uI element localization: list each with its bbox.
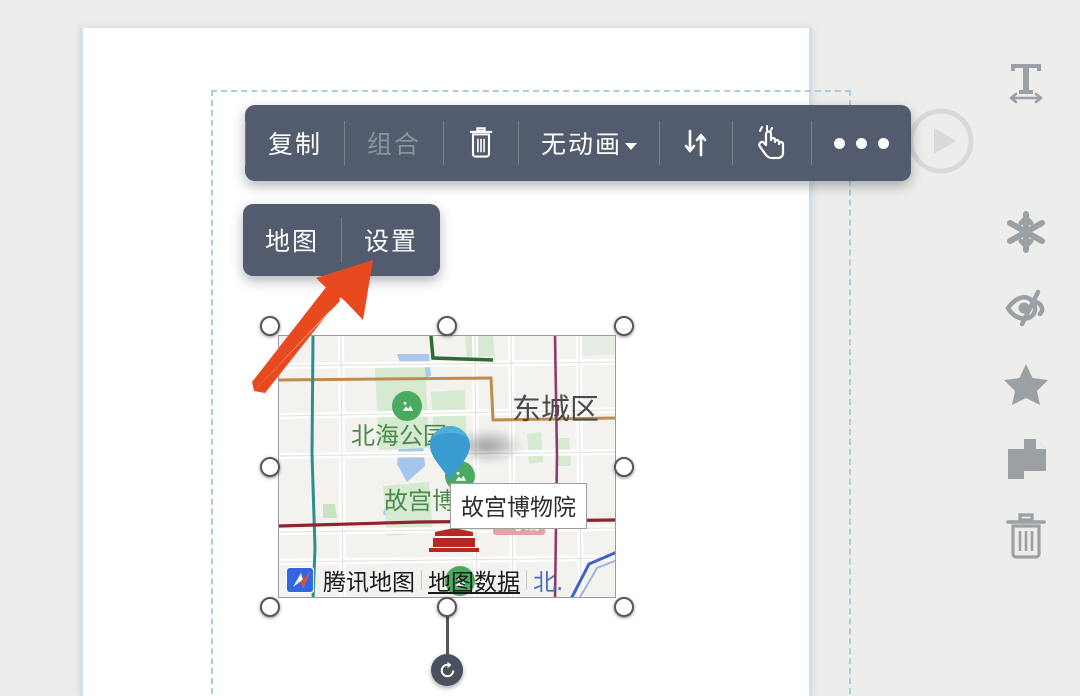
animation-dropdown-label: 无动画 [541, 130, 623, 159]
editor-screen: 东城区 北海公园 故宫博物院 1号线 腾讯地图 地图数据 [0, 0, 1080, 696]
map-label-dongcheng-district: 东城区 [512, 392, 600, 426]
delete-icon[interactable] [444, 105, 518, 181]
handle-middle-left[interactable] [260, 457, 280, 477]
chevron-down-icon [625, 142, 638, 150]
preview-play-icon [908, 108, 974, 174]
ellipsis-icon [834, 137, 890, 149]
map-footer-extra: 北. [533, 570, 564, 596]
handle-middle-right[interactable] [614, 457, 634, 477]
duplicate-icon[interactable] [990, 422, 1062, 498]
pointing-hand-icon [758, 125, 785, 160]
hide-eye-icon[interactable] [990, 270, 1062, 346]
copy-button[interactable]: 复制 [246, 105, 344, 181]
trash-icon [469, 127, 493, 158]
snowflake-icon[interactable] [990, 194, 1062, 270]
map-footer-divider [421, 570, 422, 590]
element-action-toolbar: 复制 组合 无动画 [245, 105, 912, 181]
arrows-up-down-icon [684, 129, 707, 157]
map-data-link[interactable]: 地图数据 [428, 563, 520, 597]
map-location-pin[interactable] [428, 424, 472, 482]
handle-bottom-right[interactable] [614, 597, 634, 617]
group-button[interactable]: 组合 [345, 105, 443, 181]
tiananmen-gate-icon [429, 528, 479, 552]
tencent-map-logo-icon [283, 563, 317, 597]
settings-tab[interactable]: 设置 [342, 204, 440, 276]
map-footer-brand: 腾讯地图 [323, 570, 415, 596]
handle-top-center[interactable] [437, 316, 457, 336]
right-icon-rail [972, 28, 1080, 696]
map-footer-divider-2 [526, 570, 527, 590]
text-width-icon[interactable] [990, 42, 1062, 118]
handle-top-left[interactable] [260, 316, 280, 336]
handle-bottom-left[interactable] [260, 597, 280, 617]
animation-dropdown[interactable]: 无动画 [519, 105, 659, 181]
map-tab[interactable]: 地图 [243, 204, 341, 276]
rotate-handle[interactable] [431, 654, 463, 686]
favorite-star-icon[interactable] [990, 346, 1062, 422]
delete-trash-icon[interactable] [990, 498, 1062, 574]
click-event-icon[interactable] [733, 105, 811, 181]
handle-top-right[interactable] [614, 316, 634, 336]
handle-bottom-center[interactable] [437, 597, 457, 617]
map-widget-toolbar: 地图 设置 [243, 204, 441, 276]
more-options-button[interactable] [812, 105, 911, 181]
layer-order-icon[interactable] [660, 105, 732, 181]
map-marker-infobox: 故宫博物院 [450, 483, 587, 529]
map-attribution-bar: 腾讯地图 地图数据 北. [279, 563, 615, 597]
